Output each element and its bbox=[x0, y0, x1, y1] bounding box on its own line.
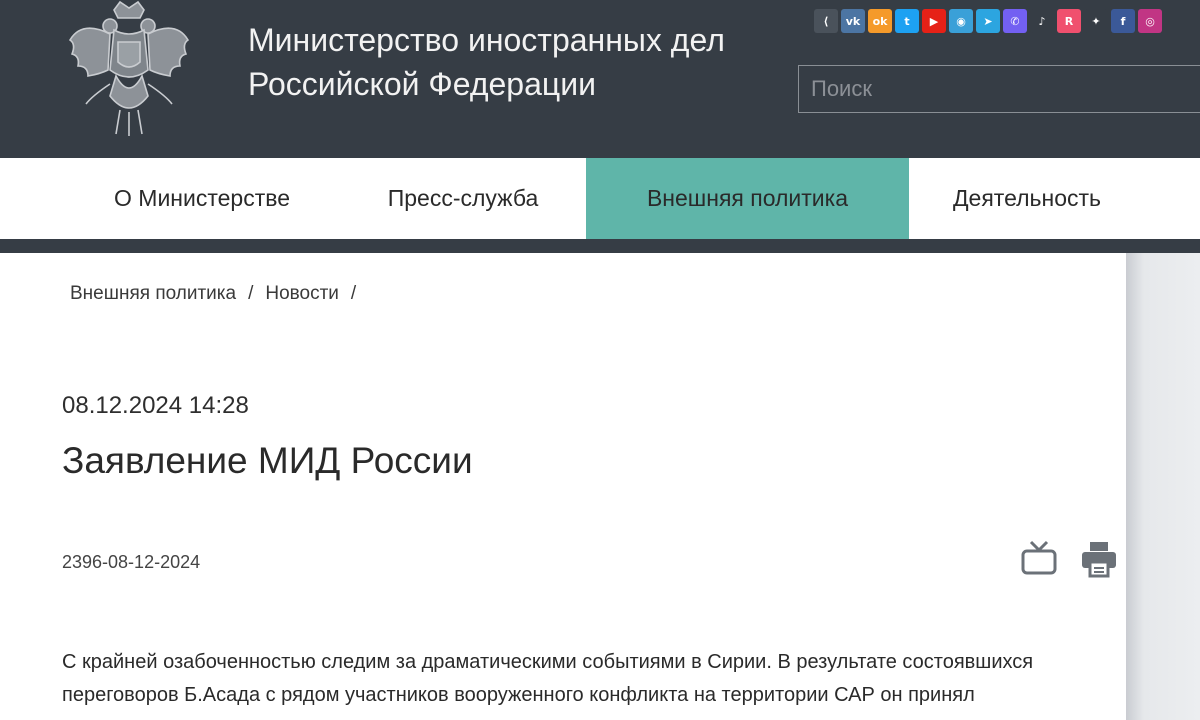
emblem-icon[interactable] bbox=[62, 0, 196, 138]
site-title-line-2: Российской Федерации bbox=[248, 66, 596, 102]
search-input[interactable] bbox=[798, 65, 1200, 113]
map-pin-icon[interactable]: ◉ bbox=[949, 9, 973, 33]
youtube-icon[interactable]: ▶ bbox=[922, 9, 946, 33]
article-date: 08.12.2024 14:28 bbox=[62, 392, 249, 419]
nav-item-about-ministry[interactable]: О Министерстве bbox=[64, 158, 340, 239]
article-body-line: С крайней озабоченностью следим за драма… bbox=[62, 651, 1034, 673]
nav-divider bbox=[0, 239, 1200, 253]
print-icon[interactable] bbox=[1080, 540, 1118, 578]
site-title[interactable]: Министерство иностранных дел Российской … bbox=[248, 18, 808, 106]
main-nav: О Министерстве Пресс-служба Внешняя поли… bbox=[0, 158, 1200, 239]
rutube-icon[interactable]: R bbox=[1057, 9, 1081, 33]
nav-item-foreign-policy[interactable]: Внешняя политика bbox=[586, 158, 909, 239]
breadcrumb-separator: / bbox=[248, 283, 254, 304]
telegram-icon[interactable]: ➤ bbox=[976, 9, 1000, 33]
document-number: 2396-08-12-2024 bbox=[62, 552, 201, 572]
tv-icon[interactable] bbox=[1020, 540, 1058, 578]
share-icon[interactable]: ⟨ bbox=[814, 9, 838, 33]
nav-item-activity[interactable]: Деятельность bbox=[909, 158, 1145, 239]
breadcrumb-news[interactable]: Новости bbox=[265, 283, 339, 305]
breadcrumb-separator: / bbox=[350, 283, 357, 304]
article-tools bbox=[1020, 540, 1118, 578]
twitter-icon[interactable]: t bbox=[895, 9, 919, 33]
odnoklassniki-icon[interactable]: ok bbox=[868, 9, 892, 33]
right-gutter bbox=[1126, 253, 1200, 720]
nav-item-press-service[interactable]: Пресс-служба bbox=[340, 158, 586, 239]
breadcrumb: Внешняя политика / Новости / bbox=[70, 283, 356, 305]
vk-icon[interactable]: vk bbox=[841, 9, 865, 33]
site-title-line-1: Министерство иностранных дел bbox=[248, 22, 725, 58]
facebook-icon[interactable]: f bbox=[1111, 9, 1135, 33]
breadcrumb-foreign-policy[interactable]: Внешняя политика bbox=[70, 283, 236, 305]
sparkle-icon[interactable]: ✦ bbox=[1084, 9, 1108, 33]
site-header: Министерство иностранных дел Российской … bbox=[0, 0, 1200, 158]
article-body-line: переговоров Б.Асада с рядом участников в… bbox=[62, 684, 975, 706]
article-title: Заявление МИД России bbox=[62, 440, 473, 481]
instagram-icon[interactable]: ◎ bbox=[1138, 9, 1162, 33]
tiktok-icon[interactable]: ♪ bbox=[1030, 9, 1054, 33]
article-body: С крайней озабоченностью следим за драма… bbox=[62, 646, 1114, 712]
social-links: ⟨ vk ok t ▶ ◉ ➤ ✆ ♪ R ✦ f ◎ bbox=[814, 9, 1162, 33]
viber-icon[interactable]: ✆ bbox=[1003, 9, 1027, 33]
